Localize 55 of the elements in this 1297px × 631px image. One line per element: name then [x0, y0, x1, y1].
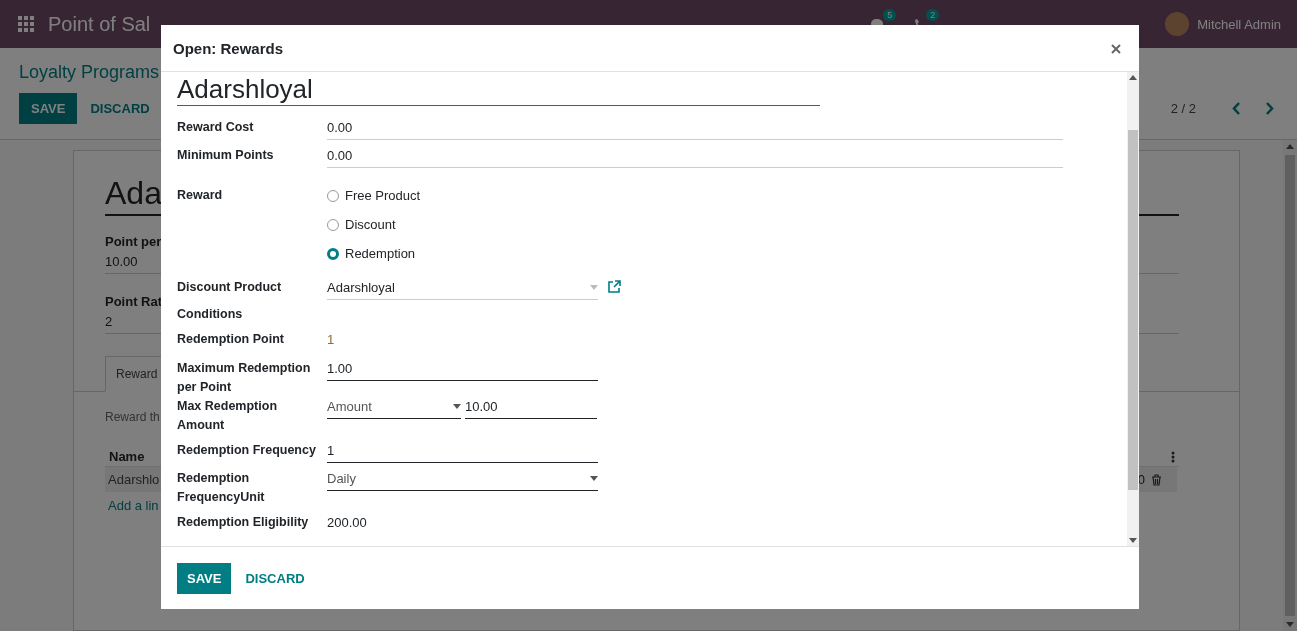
radio-option[interactable]: Free Product	[327, 186, 421, 205]
discard-button[interactable]: DISCARD	[235, 562, 315, 594]
radio-option[interactable]: Redemption	[327, 244, 421, 263]
input-field[interactable]: 0.00	[327, 118, 1063, 140]
field-label: Redemption FrequencyUnit	[177, 470, 266, 506]
caret-icon	[453, 404, 461, 409]
table-cell: Adarshlo	[108, 472, 160, 487]
external-link-icon[interactable]	[608, 280, 621, 293]
close-icon[interactable]	[1111, 43, 1121, 54]
field-value: 1	[327, 331, 335, 349]
save-button[interactable]: SAVE	[177, 562, 232, 594]
input-field[interactable]: 1	[327, 441, 598, 463]
field-value: 200.00	[327, 514, 367, 532]
page-scrollbar[interactable]	[1283, 140, 1297, 631]
column-header: Name	[109, 449, 145, 464]
input-field[interactable]: 0.00	[327, 146, 1063, 168]
name-field[interactable]: Adarshloyal	[177, 72, 820, 106]
scroll-down-icon[interactable]	[1129, 538, 1137, 543]
input-field[interactable]: 1.00	[327, 359, 598, 381]
field-label: Point Rat	[105, 294, 164, 309]
field-label: Maximum Redemption per Point	[177, 360, 312, 396]
dropdown-field[interactable]: Adarshloyal	[327, 278, 598, 300]
kebab-menu-icon[interactable]	[1171, 450, 1175, 463]
field-label: Redemption Eligibility	[177, 514, 310, 531]
field-label: Minimum Points	[177, 147, 275, 164]
radio-button[interactable]	[327, 247, 339, 260]
scroll-down-icon[interactable]	[1286, 622, 1294, 627]
scroll-up-icon[interactable]	[1286, 144, 1294, 149]
scroll-up-icon[interactable]	[1129, 75, 1137, 80]
field-label: Point per	[105, 234, 163, 249]
count-badge: 2	[926, 8, 940, 21]
pager-counter: 2 / 2	[1170, 101, 1196, 116]
dropdown-field[interactable]: Amount	[327, 397, 461, 419]
help-text: Reward th	[105, 410, 160, 424]
dropdown-field[interactable]: Daily	[327, 469, 598, 491]
field-label: Redemption Frequency	[177, 442, 317, 459]
app-title[interactable]: Point of Sal	[48, 12, 151, 36]
caret-icon	[590, 285, 598, 290]
field-label: Reward Cost	[177, 119, 255, 136]
field-label: Max Redemption Amount	[177, 398, 278, 434]
caret-icon	[590, 476, 598, 481]
dialog-title: Open: Rewards	[173, 39, 284, 57]
radio-button[interactable]	[327, 189, 339, 202]
input-field[interactable]: 10.00	[465, 397, 597, 419]
dialog-scrollbar[interactable]	[1127, 72, 1139, 546]
field-label: Discount Product	[177, 279, 283, 296]
field-label: Reward	[177, 187, 224, 204]
field-label: Redemption Point	[177, 331, 285, 348]
trash-icon[interactable]	[1151, 473, 1162, 486]
radio-button[interactable]	[327, 218, 339, 231]
user-name[interactable]: Mitchell Admin	[1197, 16, 1281, 32]
radio-option[interactable]: Discount	[327, 215, 421, 234]
field-label: Conditions	[177, 306, 244, 323]
count-badge: 5	[883, 8, 897, 21]
apps-grid-icon[interactable]	[18, 16, 34, 32]
